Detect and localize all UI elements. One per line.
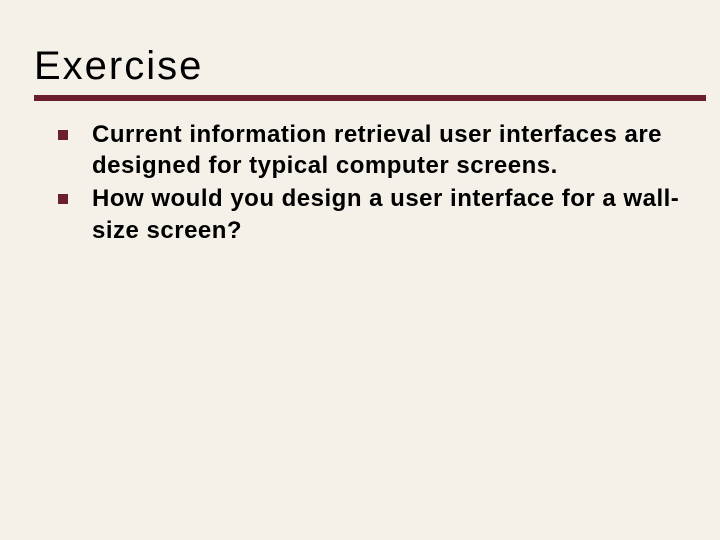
list-item: How would you design a user interface fo… [58,183,680,245]
square-bullet-icon [58,130,68,140]
slide: Exercise Current information retrieval u… [0,0,720,540]
square-bullet-icon [58,194,68,204]
slide-title: Exercise [0,44,720,95]
list-item: Current information retrieval user inter… [58,119,680,181]
bullet-text: Current information retrieval user inter… [92,119,680,181]
bullet-text: How would you design a user interface fo… [92,183,680,245]
slide-body: Current information retrieval user inter… [0,101,720,246]
